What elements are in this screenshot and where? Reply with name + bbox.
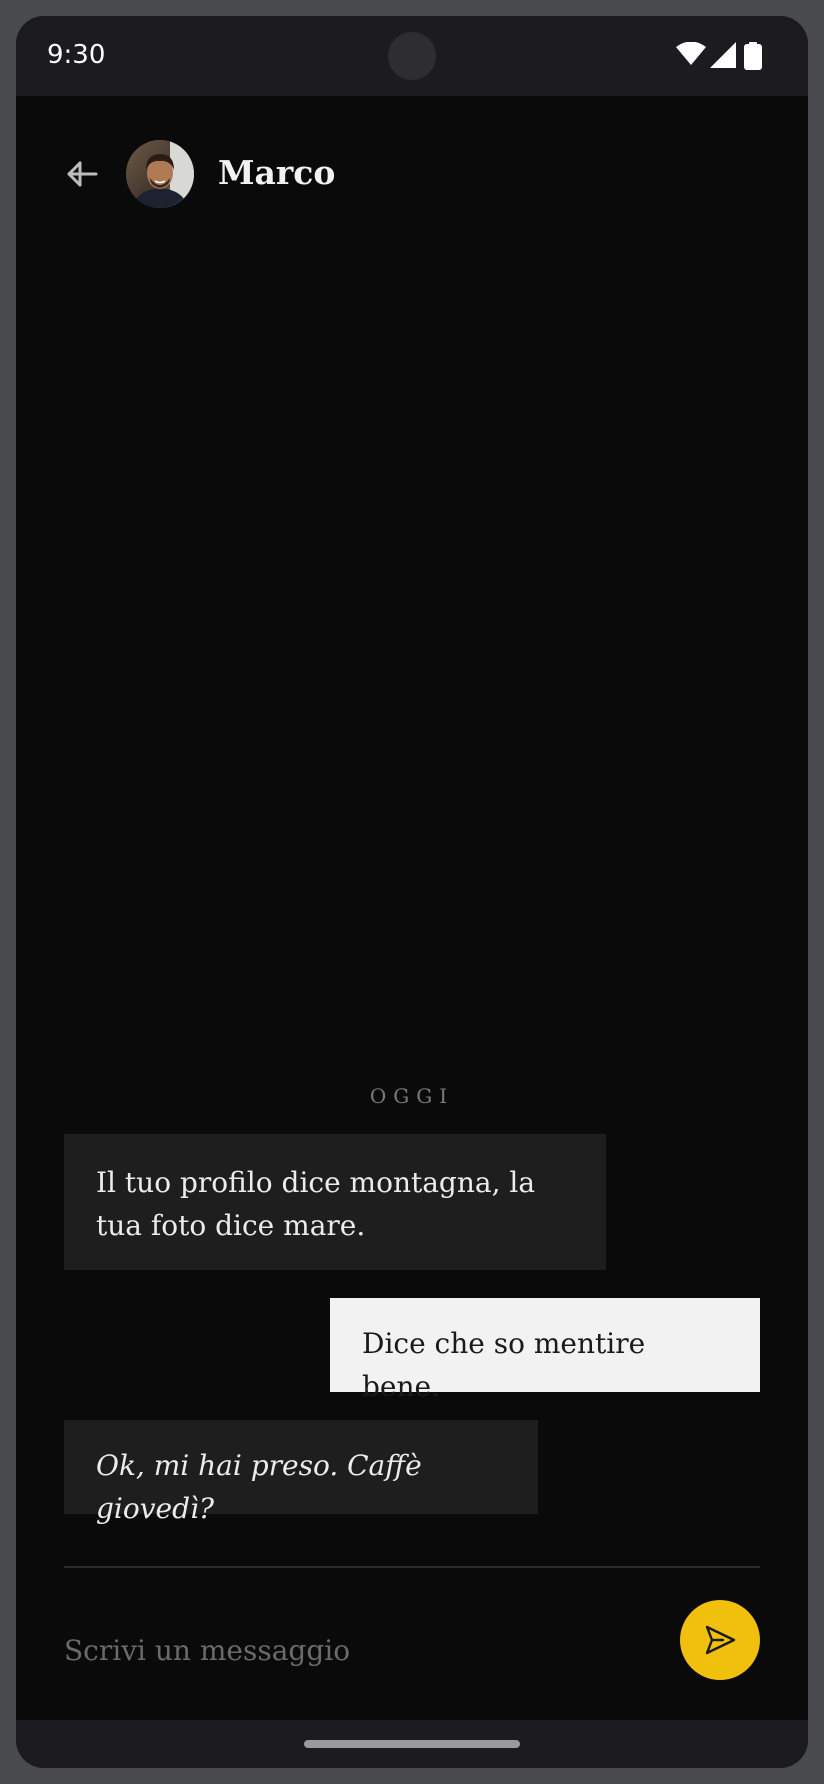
navigation-bar: [16, 1720, 808, 1768]
send-icon: [705, 1625, 736, 1655]
date-separator: OGGI: [369, 1084, 455, 1108]
status-icons: [676, 42, 772, 70]
message-incoming[interactable]: Il tuo profilo dice montagna, la tua fot…: [64, 1134, 606, 1270]
battery-icon: [744, 42, 762, 70]
screen: 9:30 Marco OGGI Il tuo profilo dice mont…: [16, 16, 808, 1768]
send-button[interactable]: [680, 1600, 760, 1680]
message-input[interactable]: [64, 1620, 624, 1680]
back-button[interactable]: [60, 152, 104, 196]
camera-cutout: [388, 32, 436, 80]
message-outgoing[interactable]: Dice che so mentire bene.: [330, 1298, 760, 1403]
contact-name[interactable]: Marco: [218, 148, 335, 198]
avatar[interactable]: [126, 140, 194, 208]
arrow-left-icon: [67, 161, 98, 187]
device-frame: 9:30 Marco OGGI Il tuo profilo dice mont…: [0, 0, 824, 1784]
avatar-photo: [126, 140, 194, 208]
status-time: 9:30: [47, 40, 106, 70]
message-incoming[interactable]: Ok, mi hai preso. Caffè giovedì?: [64, 1420, 538, 1525]
status-bar: 9:30: [16, 16, 808, 96]
chat-header: Marco: [16, 96, 808, 236]
composer-divider: [64, 1566, 760, 1568]
wifi-icon: [676, 42, 706, 65]
signal-icon: [710, 42, 736, 68]
home-indicator[interactable]: [304, 1740, 520, 1748]
